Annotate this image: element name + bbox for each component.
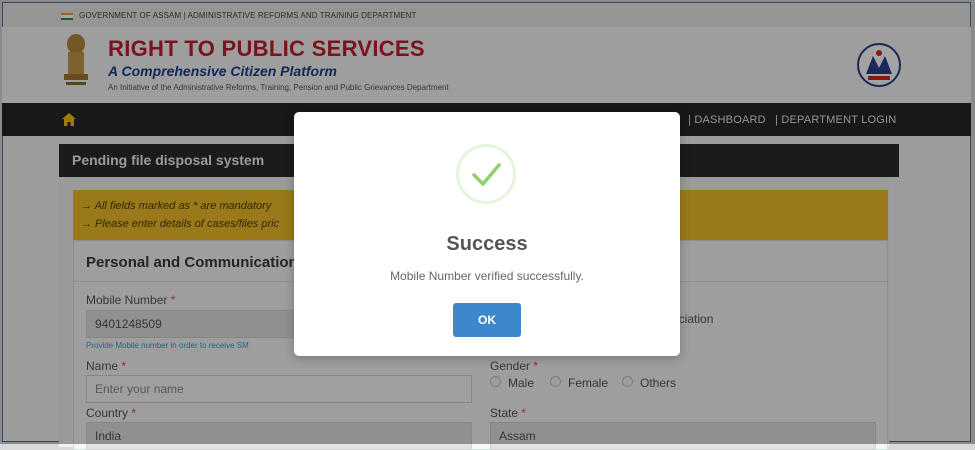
dialog-message: Mobile Number verified successfully. bbox=[390, 269, 584, 283]
ok-button[interactable]: OK bbox=[453, 303, 521, 337]
success-dialog: Success Mobile Number verified successfu… bbox=[294, 112, 680, 356]
check-icon bbox=[472, 163, 501, 186]
success-check-circle bbox=[456, 144, 516, 204]
dialog-title: Success bbox=[446, 233, 528, 255]
